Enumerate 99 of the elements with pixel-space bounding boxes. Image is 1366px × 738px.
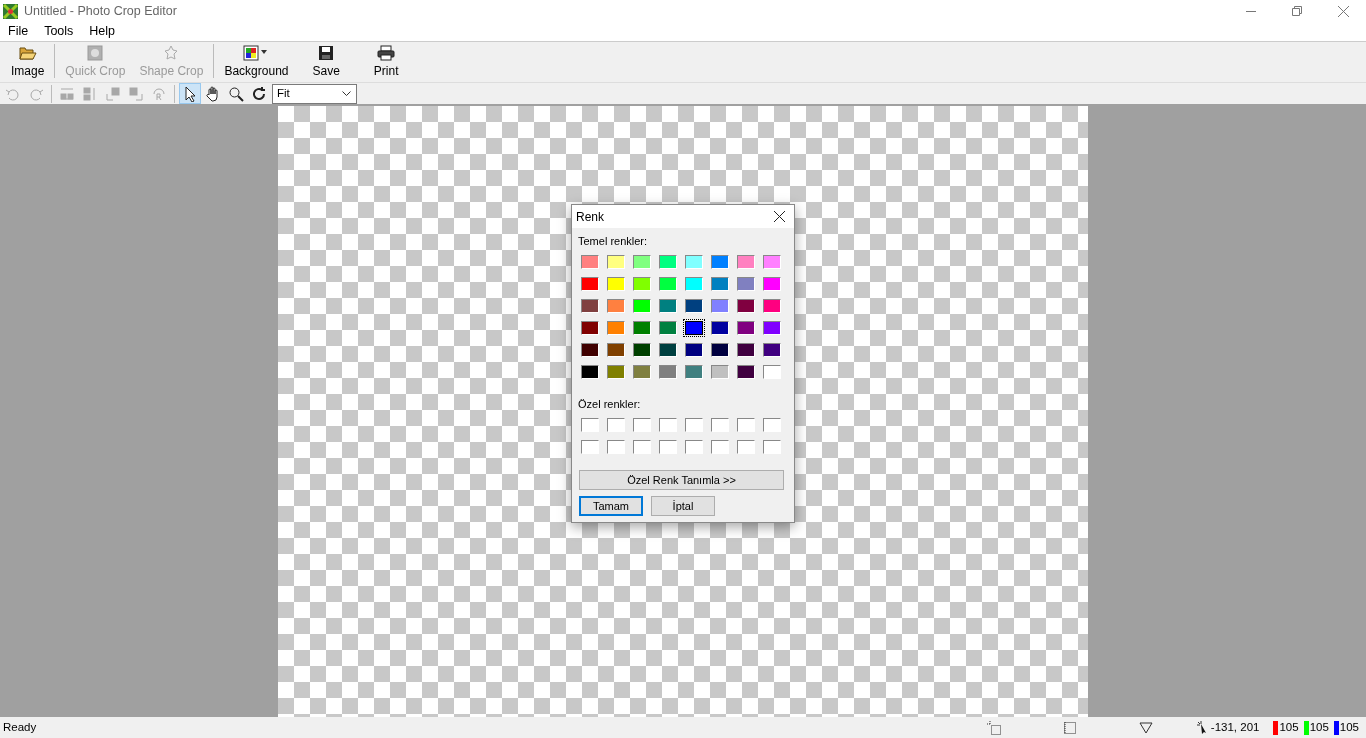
color-swatch[interactable] [607, 299, 625, 313]
custom-color-swatch[interactable] [763, 418, 781, 432]
color-swatch[interactable] [633, 255, 651, 269]
color-swatch[interactable] [581, 343, 599, 357]
color-swatch[interactable] [659, 321, 677, 335]
color-swatch[interactable] [659, 277, 677, 291]
color-swatch[interactable] [659, 365, 677, 379]
channel-value: 105 [1279, 719, 1299, 735]
save-icon [318, 44, 335, 62]
custom-color-swatch[interactable] [737, 418, 755, 432]
color-swatch[interactable] [737, 343, 755, 357]
pointer-icon[interactable] [179, 83, 201, 104]
cursor-icon [1196, 721, 1209, 734]
close-icon [1337, 5, 1349, 17]
color-swatch[interactable] [685, 365, 703, 379]
restore-icon [1292, 6, 1302, 16]
toolbar-button[interactable]: Print [366, 44, 406, 80]
color-swatch[interactable] [685, 299, 703, 313]
color-swatch[interactable] [633, 299, 651, 313]
color-swatch[interactable] [581, 255, 599, 269]
color-swatch[interactable] [763, 365, 781, 379]
color-swatch[interactable] [607, 277, 625, 291]
color-swatch[interactable] [633, 365, 651, 379]
custom-color-swatch[interactable] [737, 440, 755, 454]
color-swatch[interactable] [607, 321, 625, 335]
color-swatch[interactable] [737, 321, 755, 335]
color-swatch[interactable] [659, 343, 677, 357]
color-swatch[interactable] [737, 277, 755, 291]
custom-color-swatch[interactable] [659, 440, 677, 454]
chevron-down-icon [342, 90, 351, 97]
close-icon [773, 211, 785, 222]
window-title: Untitled - Photo Crop Editor [24, 2, 177, 20]
dialog-title: Renk [576, 208, 604, 226]
status-text: Ready [3, 719, 37, 735]
color-swatch[interactable] [763, 321, 781, 335]
custom-color-swatch[interactable] [711, 440, 729, 454]
color-swatch[interactable] [763, 277, 781, 291]
toolbar-button[interactable]: Save [305, 44, 347, 80]
custom-color-swatch[interactable] [633, 440, 651, 454]
app-icon [2, 2, 19, 20]
color-swatch[interactable] [737, 299, 755, 313]
color-swatch[interactable] [685, 255, 703, 269]
channel-value: 105 [1339, 719, 1359, 735]
folder-icon [18, 44, 37, 62]
print-icon [377, 44, 396, 62]
basic-colors-label: Temel renkler: [578, 235, 649, 248]
color-swatch[interactable] [763, 299, 781, 313]
color-swatch[interactable] [633, 277, 651, 291]
color-swatch[interactable] [711, 343, 729, 357]
custom-color-swatch[interactable] [711, 418, 729, 432]
color-swatch[interactable] [685, 277, 703, 291]
color-swatch[interactable] [685, 321, 703, 335]
cursor-coordinates: -131, 201 [1210, 719, 1260, 735]
color-swatch[interactable] [737, 365, 755, 379]
menu-item[interactable]: Help [81, 22, 124, 41]
color-swatch[interactable] [711, 277, 729, 291]
color-swatch[interactable] [633, 343, 651, 357]
menu-item[interactable]: File [0, 22, 37, 41]
zoom-dropdown[interactable]: Fit [272, 83, 357, 104]
color-swatch[interactable] [711, 365, 729, 379]
custom-colors-label: Özel renkler: [578, 398, 642, 411]
toolbar-button[interactable]: Image [4, 44, 52, 80]
crop-size-icon [986, 720, 1001, 735]
color-swatch[interactable] [763, 255, 781, 269]
color-swatch[interactable] [581, 299, 599, 313]
star-outline-icon [163, 44, 180, 62]
define-custom-colors-button[interactable]: Özel Renk Tanımla >> [579, 470, 784, 490]
color-swatch[interactable] [581, 277, 599, 291]
color-swatch[interactable] [607, 365, 625, 379]
custom-color-swatch[interactable] [581, 440, 599, 454]
color-swatch[interactable] [633, 321, 651, 335]
color-grid-icon [243, 44, 270, 62]
color-swatch[interactable] [607, 255, 625, 269]
custom-color-swatch[interactable] [763, 440, 781, 454]
filter-icon [1138, 720, 1153, 735]
color-swatch[interactable] [711, 255, 729, 269]
custom-color-swatch[interactable] [685, 440, 703, 454]
color-swatch[interactable] [763, 343, 781, 357]
channel-value: 105 [1309, 719, 1329, 735]
custom-color-swatch[interactable] [685, 418, 703, 432]
custom-color-swatch[interactable] [633, 418, 651, 432]
color-swatch[interactable] [659, 255, 677, 269]
custom-color-swatch[interactable] [607, 418, 625, 432]
color-swatch[interactable] [711, 299, 729, 313]
custom-color-swatch[interactable] [659, 418, 677, 432]
color-swatch[interactable] [581, 321, 599, 335]
color-swatch[interactable] [737, 255, 755, 269]
custom-color-swatch[interactable] [607, 440, 625, 454]
cancel-button[interactable]: İptal [651, 496, 715, 516]
menu-item[interactable]: Tools [36, 22, 82, 41]
ok-button[interactable]: Tamam [579, 496, 643, 516]
custom-color-swatch[interactable] [581, 418, 599, 432]
dimensions-icon [1062, 720, 1077, 735]
color-swatch[interactable] [659, 299, 677, 313]
color-swatch[interactable] [607, 343, 625, 357]
toolbar-button[interactable]: Background [217, 44, 296, 80]
color-swatch[interactable] [685, 343, 703, 357]
color-swatch[interactable] [581, 365, 599, 379]
color-swatch[interactable] [711, 321, 729, 335]
